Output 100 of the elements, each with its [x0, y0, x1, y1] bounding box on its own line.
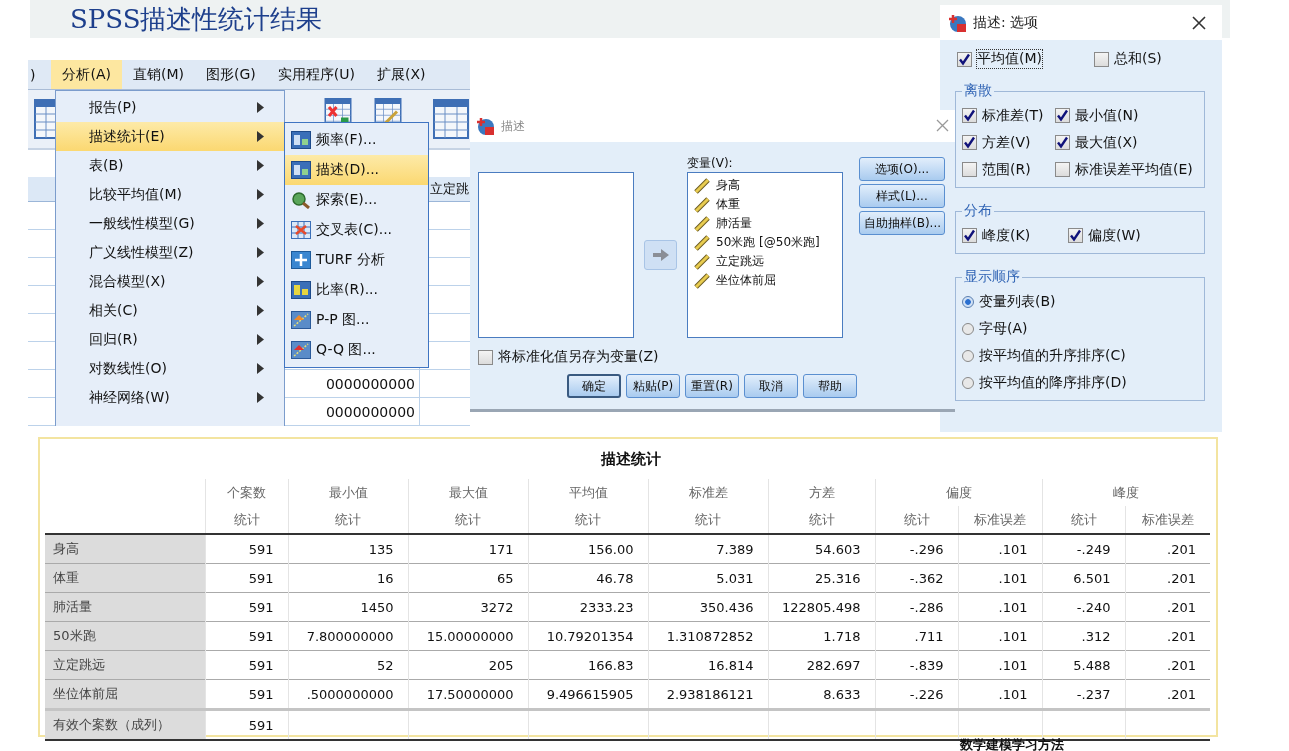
- table-cell: -.237: [1042, 679, 1125, 710]
- menu-item[interactable]: 报告(P): [56, 93, 284, 122]
- list-item[interactable]: 身高: [716, 177, 740, 194]
- menu-item[interactable]: 直销(M): [122, 60, 195, 89]
- list-item[interactable]: 肺活量: [716, 215, 752, 232]
- checkbox[interactable]: [962, 108, 977, 123]
- dialog-button[interactable]: 重置(R): [685, 374, 739, 398]
- table-cell: 15.00000000: [408, 621, 528, 651]
- column-subheader: 统计: [875, 506, 958, 534]
- checkbox[interactable]: [1055, 108, 1070, 123]
- menu-item[interactable]: 神经网络(W): [56, 383, 284, 412]
- ruler-icon: [694, 177, 710, 194]
- radio-label: 按平均值的升序排序(C): [979, 346, 1126, 365]
- column-subheader: 标准误差: [1125, 506, 1210, 534]
- table-cell: 591: [205, 563, 288, 593]
- arrow-icon: [652, 249, 669, 261]
- table-cell: .101: [958, 650, 1042, 680]
- group-title: 分布: [963, 202, 993, 220]
- menu-item[interactable]: 一般线性模型(G): [56, 209, 284, 238]
- table-cell: 3272: [408, 592, 528, 622]
- menu-item[interactable]: 描述统计(E): [56, 122, 284, 151]
- menu-item[interactable]: 广义线性模型(Z): [56, 238, 284, 267]
- menu-item[interactable]: 相关(C): [56, 296, 284, 325]
- checkbox[interactable]: [957, 51, 972, 67]
- dialog-button[interactable]: 自助抽样(B)...: [859, 211, 945, 235]
- row-header: 身高: [45, 534, 205, 564]
- submenu-arrow-icon: [257, 131, 264, 142]
- table-cell: 16: [288, 563, 408, 593]
- column-header: 最小值: [288, 479, 408, 506]
- dialog-button[interactable]: 帮助: [803, 374, 857, 398]
- menu-item[interactable]: 分析(A): [51, 60, 122, 89]
- table-cell: 52: [288, 650, 408, 680]
- table-cell: 6.501: [1042, 563, 1125, 593]
- chart-icon: [291, 341, 311, 359]
- dialog-button[interactable]: 取消: [744, 374, 798, 398]
- dialog-button[interactable]: 样式(L)...: [859, 184, 945, 208]
- dialog-button[interactable]: 粘贴(P): [626, 374, 680, 398]
- menu-item[interactable]: P-P 图...: [285, 305, 428, 335]
- list-item[interactable]: 坐位体前屈: [716, 272, 776, 289]
- menu-item[interactable]: 混合模型(X): [56, 267, 284, 296]
- table-cell: 5.488: [1042, 650, 1125, 680]
- row-header: 立定跳远: [45, 650, 205, 680]
- checkbox[interactable]: [962, 135, 977, 150]
- table-icon[interactable]: [433, 99, 469, 139]
- move-button[interactable]: [644, 240, 677, 270]
- checkbox[interactable]: [1068, 228, 1083, 243]
- menu-item[interactable]: 比率(R)...: [285, 275, 428, 305]
- table-cell: .711: [875, 621, 958, 651]
- checkbox[interactable]: [1055, 135, 1070, 150]
- menu-item[interactable]: 表(B): [56, 151, 284, 180]
- dialog-button[interactable]: 选项(O)...: [859, 157, 945, 181]
- table-cell: 1.310872852: [648, 621, 768, 651]
- tile-icon: [291, 131, 311, 149]
- table-cell: .312: [1042, 621, 1125, 651]
- table-cell: 156.00: [528, 534, 648, 564]
- table-cell: .101: [958, 592, 1042, 622]
- menu-item[interactable]: 扩展(X): [365, 60, 437, 89]
- menu-item[interactable]: 对数线性(O): [56, 354, 284, 383]
- checkbox[interactable]: [1055, 162, 1070, 177]
- menu-item[interactable]: 实用程序(U): [266, 60, 366, 89]
- radio-button[interactable]: [962, 349, 974, 362]
- list-item[interactable]: 体重: [716, 196, 740, 213]
- table-cell: .201: [1125, 621, 1210, 651]
- variable-list[interactable]: 身高 体重 肺活量 50米跑 [@50米跑] 立定跳远 坐位体前屈: [687, 172, 843, 338]
- menu-item[interactable]: 交叉表(C)...: [285, 215, 428, 245]
- source-list[interactable]: [478, 172, 634, 338]
- table-cell: 135: [288, 534, 408, 564]
- menu-item[interactable]: 比较平均值(M): [56, 180, 284, 209]
- radio-button[interactable]: [962, 295, 974, 308]
- menu-item[interactable]: 探索(E)...: [285, 185, 428, 215]
- checkbox[interactable]: [1094, 51, 1109, 67]
- table-cell: .5000000000: [288, 679, 408, 710]
- table-cell: 2333.23: [528, 592, 648, 622]
- menu-item[interactable]: 回归(R): [56, 325, 284, 354]
- radio-button[interactable]: [962, 322, 974, 335]
- radio-label: 按平均值的降序排序(D): [979, 373, 1127, 392]
- list-item[interactable]: 立定跳远: [716, 253, 764, 270]
- menu-item[interactable]: Q-Q 图...: [285, 335, 428, 365]
- menu-item[interactable]: 频率(F)...: [285, 125, 428, 155]
- menu-item[interactable]: TURF 分析: [285, 245, 428, 275]
- column-header: 个案数: [205, 479, 288, 506]
- close-icon[interactable]: [1192, 16, 1206, 30]
- checkbox[interactable]: [478, 349, 493, 365]
- ruler-icon: [694, 272, 710, 289]
- ruler-icon: [694, 215, 710, 232]
- table-cell: 122805.498: [768, 592, 875, 622]
- dialog-button[interactable]: 确定: [567, 374, 621, 398]
- table-cell: 591: [205, 592, 288, 622]
- slide-title: SPSS描述性统计结果: [70, 2, 323, 36]
- menu-item[interactable]: 图形(G): [195, 60, 267, 89]
- table-cell: .101: [958, 534, 1042, 564]
- column-header: 方差: [768, 479, 875, 506]
- checkbox[interactable]: [962, 162, 977, 177]
- table-cell: 9.496615905: [528, 679, 648, 710]
- ruler-icon: [694, 253, 710, 270]
- menu-item[interactable]: 描述(D)...: [285, 155, 428, 185]
- checkbox[interactable]: [962, 228, 977, 243]
- list-item[interactable]: 50米跑 [@50米跑]: [716, 234, 820, 251]
- radio-button[interactable]: [962, 376, 974, 389]
- menu-item[interactable]: ): [28, 60, 52, 89]
